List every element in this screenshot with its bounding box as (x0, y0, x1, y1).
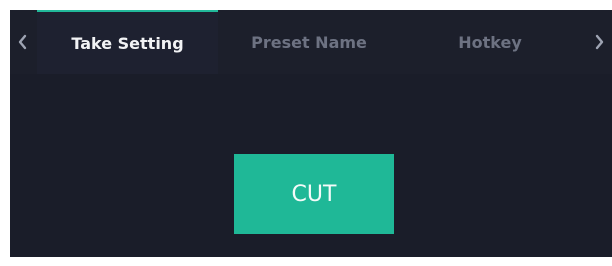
scroll-tabs-left-button[interactable] (10, 10, 36, 74)
tab-hotkey[interactable]: Hotkey (400, 10, 580, 74)
chevron-right-icon (594, 34, 604, 50)
tab-content-take-setting: CUT (10, 74, 612, 257)
tab-preset-name[interactable]: Preset Name (220, 10, 398, 74)
cut-button[interactable]: CUT (234, 154, 394, 234)
tab-label: Hotkey (458, 32, 522, 52)
tab-label: Take Setting (71, 33, 184, 53)
tab-take-setting[interactable]: Take Setting (37, 10, 218, 74)
tab-label: Preset Name (251, 32, 367, 52)
tab-bar: Take Setting Preset Name Hotkey (10, 10, 612, 74)
take-setting-panel: Take Setting Preset Name Hotkey CUT (10, 10, 612, 257)
scroll-tabs-right-button[interactable] (586, 10, 612, 74)
chevron-left-icon (18, 34, 28, 50)
